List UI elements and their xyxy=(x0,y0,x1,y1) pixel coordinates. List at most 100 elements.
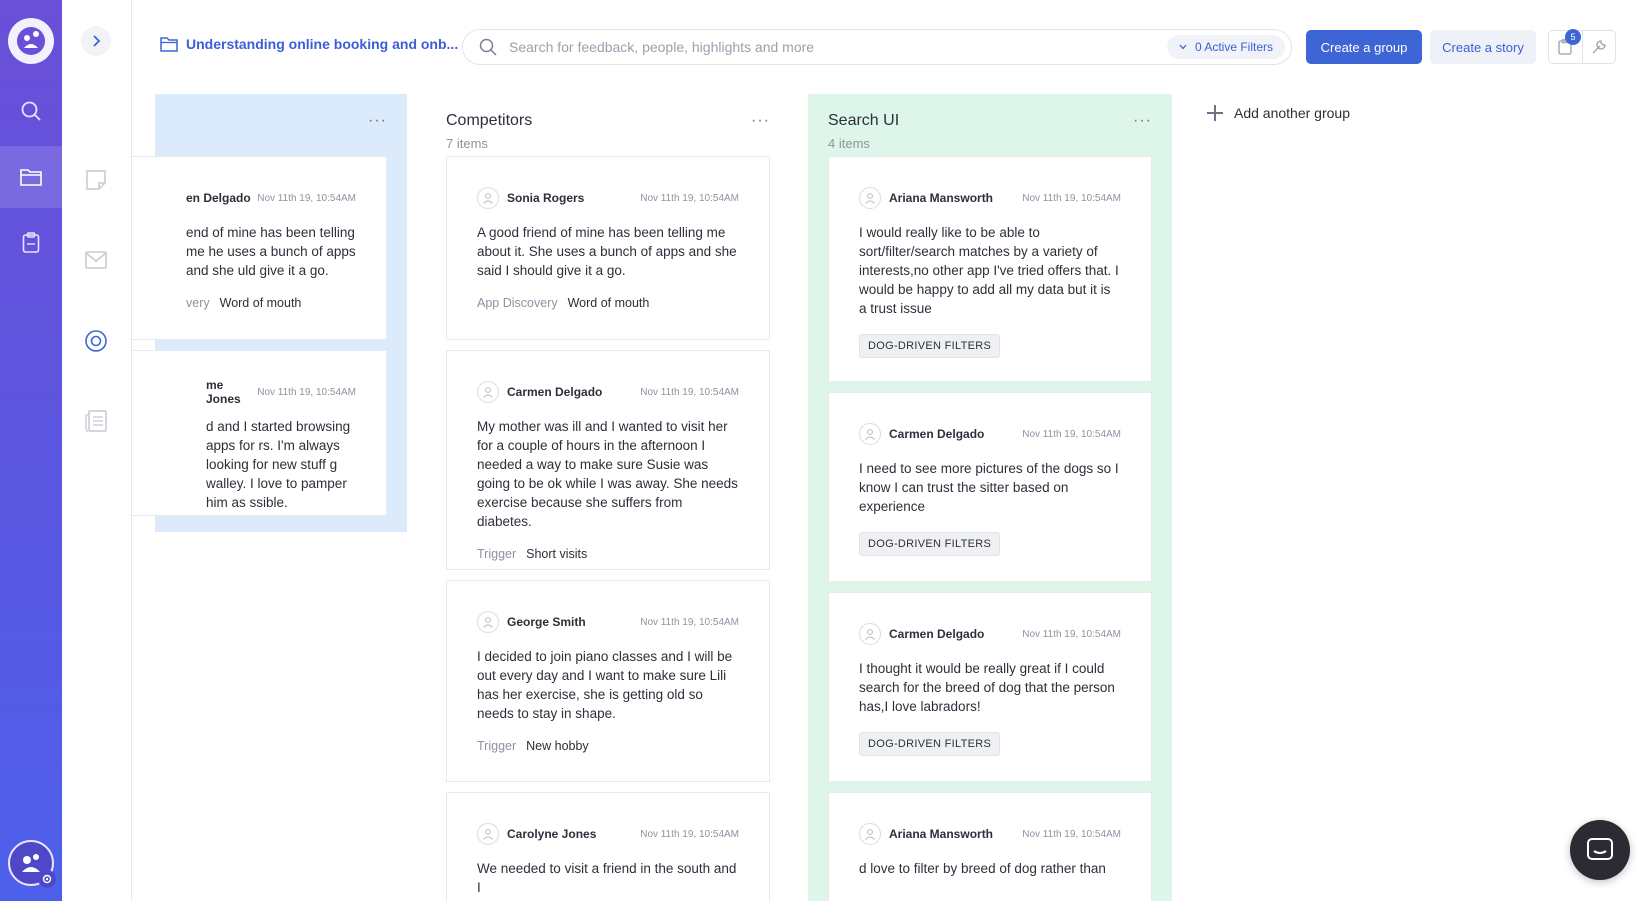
person-avatar xyxy=(859,187,881,209)
card-date: Nov 11th 19, 10:54AM xyxy=(640,386,739,398)
notes-nav[interactable] xyxy=(0,212,62,274)
card-quote: A good friend of mine has been telling m… xyxy=(477,225,737,278)
card-date: Nov 11th 19, 10:54AM xyxy=(640,192,739,204)
card-date: Nov 11th 19, 10:54AM xyxy=(257,192,356,204)
feedback-card[interactable]: Ariana Mansworth Nov 11th 19, 10:54AM d … xyxy=(828,792,1152,901)
feedback-card[interactable]: Carolyne Jones Nov 11th 19, 10:54AM We n… xyxy=(446,792,770,901)
person-avatar xyxy=(477,611,499,633)
person-name[interactable]: Ariana Mansworth xyxy=(889,827,1022,841)
tag-key: Trigger xyxy=(477,547,517,561)
project-breadcrumb[interactable]: Understanding online booking and onb... xyxy=(160,36,458,52)
feedback-card[interactable]: en Delgado Nov 11th 19, 10:54AM end of m… xyxy=(132,156,387,340)
search-nav[interactable] xyxy=(0,80,62,142)
card-date: Nov 11th 19, 10:54AM xyxy=(1022,628,1121,640)
person-name[interactable]: George Smith xyxy=(507,615,640,629)
active-filters-dropdown[interactable]: 0 Active Filters xyxy=(1166,35,1285,59)
mascot-icon xyxy=(17,27,45,55)
tag-value[interactable]: New hobby xyxy=(526,739,589,753)
person-name[interactable]: Sonia Rogers xyxy=(507,191,640,205)
folder-icon xyxy=(20,169,42,186)
user-icon xyxy=(483,387,493,398)
column-title[interactable]: Competitors xyxy=(446,112,770,130)
sticky-note-icon xyxy=(86,170,106,190)
theme-chip[interactable]: DOG-DRIVEN FILTERS xyxy=(859,334,1001,358)
app-logo[interactable] xyxy=(8,18,54,64)
feedback-card[interactable]: Sonia Rogers Nov 11th 19, 10:54AM A good… xyxy=(446,156,770,340)
group-column: ··· en Delgado Nov 11th 19, 10:54AM end … xyxy=(132,94,407,532)
user-avatar[interactable] xyxy=(8,840,56,888)
column-menu-button[interactable]: ··· xyxy=(368,112,387,130)
clipboard-icon xyxy=(22,232,40,253)
feedback-card[interactable]: Carmen Delgado Nov 11th 19, 10:54AM I th… xyxy=(828,592,1152,782)
person-avatar xyxy=(859,423,881,445)
user-icon xyxy=(865,429,875,440)
card-quote: I need to see more pictures of the dogs … xyxy=(859,461,1119,514)
left-rail xyxy=(0,0,62,901)
person-avatar xyxy=(477,187,499,209)
theme-chip[interactable]: DOG-DRIVEN FILTERS xyxy=(859,532,1001,556)
user-icon xyxy=(483,617,493,628)
person-avatar xyxy=(859,823,881,845)
column-count: 7 items xyxy=(446,136,488,151)
person-name[interactable]: Carolyne Jones xyxy=(507,827,640,841)
document-list-icon xyxy=(85,410,107,432)
expand-sidebar-button[interactable] xyxy=(81,26,111,56)
tag-value[interactable]: Word of mouth xyxy=(568,296,650,310)
toolbar-icons: 5 xyxy=(1548,29,1616,64)
card-quote: I decided to join piano classes and I wi… xyxy=(477,649,733,721)
person-name[interactable]: Carmen Delgado xyxy=(889,427,1022,441)
reports-nav[interactable] xyxy=(80,405,112,437)
tag-key: very xyxy=(186,296,210,310)
feedback-card[interactable]: Ariana Mansworth Nov 11th 19, 10:54AM I … xyxy=(828,156,1152,382)
projects-nav[interactable] xyxy=(0,146,62,208)
chevron-right-icon xyxy=(93,35,101,47)
inbox-nav[interactable] xyxy=(80,244,112,276)
person-avatar xyxy=(477,381,499,403)
user-icon xyxy=(865,629,875,640)
feedback-card[interactable]: me Jones Nov 11th 19, 10:54AM d and I st… xyxy=(132,350,387,516)
create-group-button[interactable]: Create a group xyxy=(1306,30,1422,64)
person-name[interactable]: Carmen Delgado xyxy=(507,385,640,399)
target-icon xyxy=(85,330,107,352)
secondary-rail xyxy=(62,0,132,901)
feedback-card[interactable]: Carmen Delgado Nov 11th 19, 10:54AM My m… xyxy=(446,350,770,570)
add-group-button[interactable]: Add another group xyxy=(1206,104,1350,122)
highlights-nav[interactable] xyxy=(80,164,112,196)
tag-key: Trigger xyxy=(477,739,517,753)
card-date: Nov 11th 19, 10:54AM xyxy=(640,828,739,840)
card-date: Nov 11th 19, 10:54AM xyxy=(1022,828,1121,840)
project-title: Understanding online booking and onb... xyxy=(186,36,459,52)
search-icon xyxy=(479,38,497,56)
person-name[interactable]: Carmen Delgado xyxy=(889,627,1022,641)
chat-launcher[interactable] xyxy=(1570,820,1630,880)
column-menu-button[interactable]: ··· xyxy=(1133,112,1152,130)
chevron-down-icon xyxy=(1179,44,1187,50)
card-quote: d love to filter by breed of dog rather … xyxy=(859,861,1106,876)
wrench-icon xyxy=(1592,40,1606,54)
board: ··· en Delgado Nov 11th 19, 10:54AM end … xyxy=(132,92,1643,901)
feedback-card[interactable]: Carmen Delgado Nov 11th 19, 10:54AM I ne… xyxy=(828,392,1152,582)
person-name[interactable]: Ariana Mansworth xyxy=(889,191,1022,205)
card-quote: end of mine has been telling me he uses … xyxy=(186,225,356,278)
notification-count-badge: 5 xyxy=(1565,29,1581,45)
tag-value[interactable]: Short visits xyxy=(526,547,587,561)
card-date: Nov 11th 19, 10:54AM xyxy=(1022,428,1121,440)
theme-chip[interactable]: DOG-DRIVEN FILTERS xyxy=(859,732,1001,756)
insights-nav[interactable] xyxy=(80,325,112,357)
notifications-button[interactable]: 5 xyxy=(1549,29,1583,63)
card-date: Nov 11th 19, 10:54AM xyxy=(640,616,739,628)
card-quote: I would really like to be able to sort/f… xyxy=(859,225,1119,316)
person-name: me Jones xyxy=(206,378,241,406)
create-story-button[interactable]: Create a story xyxy=(1430,30,1536,64)
tools-button[interactable] xyxy=(1583,31,1616,63)
folder-icon xyxy=(160,37,178,52)
column-menu-button[interactable]: ··· xyxy=(751,112,770,130)
search-bar[interactable]: Search for feedback, people, highlights … xyxy=(462,29,1292,65)
feedback-card[interactable]: George Smith Nov 11th 19, 10:54AM I deci… xyxy=(446,580,770,782)
add-group-label: Add another group xyxy=(1234,105,1350,121)
settings-icon[interactable] xyxy=(38,870,56,888)
column-title[interactable]: Search UI xyxy=(828,112,1152,130)
group-column-search-ui: Search UI 4 items ··· Ariana Mansworth N… xyxy=(808,94,1172,901)
tag-value[interactable]: Word of mouth xyxy=(220,296,302,310)
search-input[interactable]: Search for feedback, people, highlights … xyxy=(509,39,1167,55)
